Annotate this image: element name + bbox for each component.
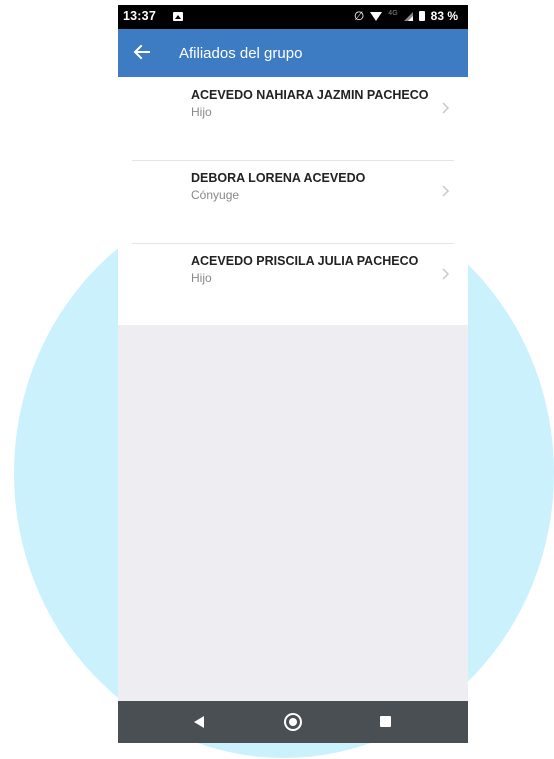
chevron-right-icon [442,102,450,114]
list-item[interactable]: ACEVEDO PRISCILA JULIA PACHECO Hijo [118,243,468,326]
list-item[interactable]: ACEVEDO NAHIARA JAZMIN PACHECO Hijo [118,77,468,160]
affiliates-list: ACEVEDO NAHIARA JAZMIN PACHECO Hijo DEBO… [118,77,468,325]
battery-level: 83 % [430,9,458,23]
chevron-right-icon [442,185,450,197]
affiliate-relation: Cónyuge [191,188,240,202]
back-triangle-icon[interactable] [194,716,204,728]
affiliate-name: DEBORA LORENA ACEVEDO [191,171,366,185]
signal-icon [403,11,413,21]
status-icons: ∅ 4G 83 % [354,9,458,23]
home-circle-icon[interactable] [284,713,302,731]
system-nav-bar [118,701,468,743]
app-bar: Afiliados del grupo [118,29,468,77]
status-time: 13:37 [123,9,156,23]
affiliate-name: ACEVEDO NAHIARA JAZMIN PACHECO [191,88,429,102]
battery-icon [418,11,425,21]
phone-screen: 13:37 ∅ 4G 83 % Afiliados del grupo ACEV… [118,5,468,743]
list-item[interactable]: DEBORA LORENA ACEVEDO Cónyuge [118,160,468,243]
affiliate-name: ACEVEDO PRISCILA JULIA PACHECO [191,254,419,268]
status-bar: 13:37 ∅ 4G 83 % [118,5,468,29]
wifi-icon [370,11,383,21]
chevron-right-icon [442,268,450,280]
affiliate-relation: Hijo [191,271,212,285]
mute-icon: ∅ [353,9,365,23]
page-title: Afiliados del grupo [179,45,303,62]
affiliate-relation: Hijo [191,105,212,119]
recents-square-icon[interactable] [380,716,391,727]
arrow-left-icon[interactable] [132,42,152,62]
network-type-label: 4G [388,9,398,17]
image-notification-icon [173,12,183,21]
